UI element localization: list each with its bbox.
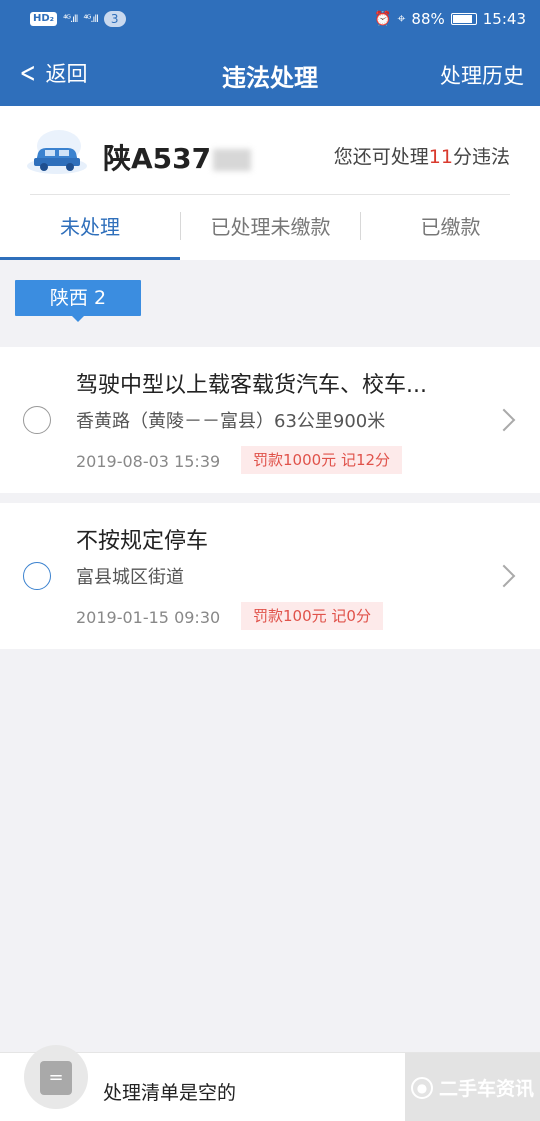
watermark: ● 二手车资讯 xyxy=(405,1053,540,1121)
status-left: HD₂ ⁴ᴳ.ıll ⁴ᴳ.ıll 3 xyxy=(30,11,126,27)
violation-time: 2019-01-15 09:30 xyxy=(76,608,221,627)
signal-icon: ⁴ᴳ.ıll xyxy=(63,13,78,25)
points-quota: 您还可处理11分违法 xyxy=(334,142,510,169)
license-plate: 陕A537 xyxy=(103,137,252,177)
select-radio[interactable] xyxy=(23,406,51,434)
battery-percent: 88% xyxy=(411,10,445,28)
alarm-icon: ⏰ xyxy=(374,11,392,27)
fine-badge: 罚款100元 记0分 xyxy=(241,602,383,630)
tab-processed-unpaid[interactable]: 已处理未缴款 xyxy=(181,196,360,260)
violation-card[interactable]: 不按规定停车 富县城区街道 2019-01-15 09:30 罚款100元 记0… xyxy=(0,503,540,649)
plate-redaction xyxy=(213,149,252,171)
status-tabs: 未处理 已处理未缴款 已缴款 xyxy=(0,196,540,260)
car-icon xyxy=(27,130,87,174)
signal-icon: ⁴ᴳ.ıll xyxy=(83,13,98,25)
quota-suffix: 分违法 xyxy=(452,146,510,168)
list-icon: = xyxy=(40,1061,72,1095)
status-bar: HD₂ ⁴ᴳ.ıll ⁴ᴳ.ıll 3 ⏰ ⌖ 88% 15:43 xyxy=(0,0,540,40)
chevron-right-icon xyxy=(492,408,516,432)
watermark-text: 二手车资讯 xyxy=(438,1078,534,1100)
history-button[interactable]: 处理历史 xyxy=(440,60,524,90)
fine-badge: 罚款1000元 记12分 xyxy=(241,446,403,474)
location-icon: ⌖ xyxy=(397,11,406,27)
bottom-bar: = 处理清单是空的 ● 二手车资讯 xyxy=(0,1045,540,1121)
clock: 15:43 xyxy=(482,10,526,28)
hd-icon: HD₂ xyxy=(30,12,58,26)
violation-time: 2019-08-03 15:39 xyxy=(76,452,221,471)
divider xyxy=(30,194,510,195)
status-right: ⏰ ⌖ 88% 15:43 xyxy=(374,10,526,28)
quota-points: 11 xyxy=(428,146,453,168)
chevron-right-icon xyxy=(492,564,516,588)
battery-icon xyxy=(450,13,477,25)
violation-title: 不按规定停车 xyxy=(76,529,209,554)
select-radio[interactable] xyxy=(23,562,51,590)
pin-icon: ● xyxy=(410,1076,433,1099)
nav-bar: < 返回 违法处理 处理历史 xyxy=(0,40,540,106)
tab-unprocessed[interactable]: 未处理 xyxy=(0,196,180,260)
license-plate-text: 陕A537 xyxy=(103,142,212,175)
violation-title: 驾驶中型以上载客载货汽车、校车... xyxy=(76,373,427,398)
violation-location: 富县城区街道 xyxy=(76,567,184,588)
violation-card[interactable]: 驾驶中型以上载客载货汽车、校车... 香黄路（黄陵－－富县）63公里900米 2… xyxy=(0,347,540,493)
empty-list-text: 处理清单是空的 xyxy=(103,1082,237,1104)
violation-location: 香黄路（黄陵－－富县）63公里900米 xyxy=(76,411,386,432)
region-tag: 陕西 2 xyxy=(15,280,141,322)
notification-badge: 3 xyxy=(103,11,126,27)
tab-paid[interactable]: 已缴款 xyxy=(361,196,540,260)
process-list-button[interactable]: = xyxy=(24,1045,88,1109)
quota-prefix: 您还可处理 xyxy=(333,146,429,168)
